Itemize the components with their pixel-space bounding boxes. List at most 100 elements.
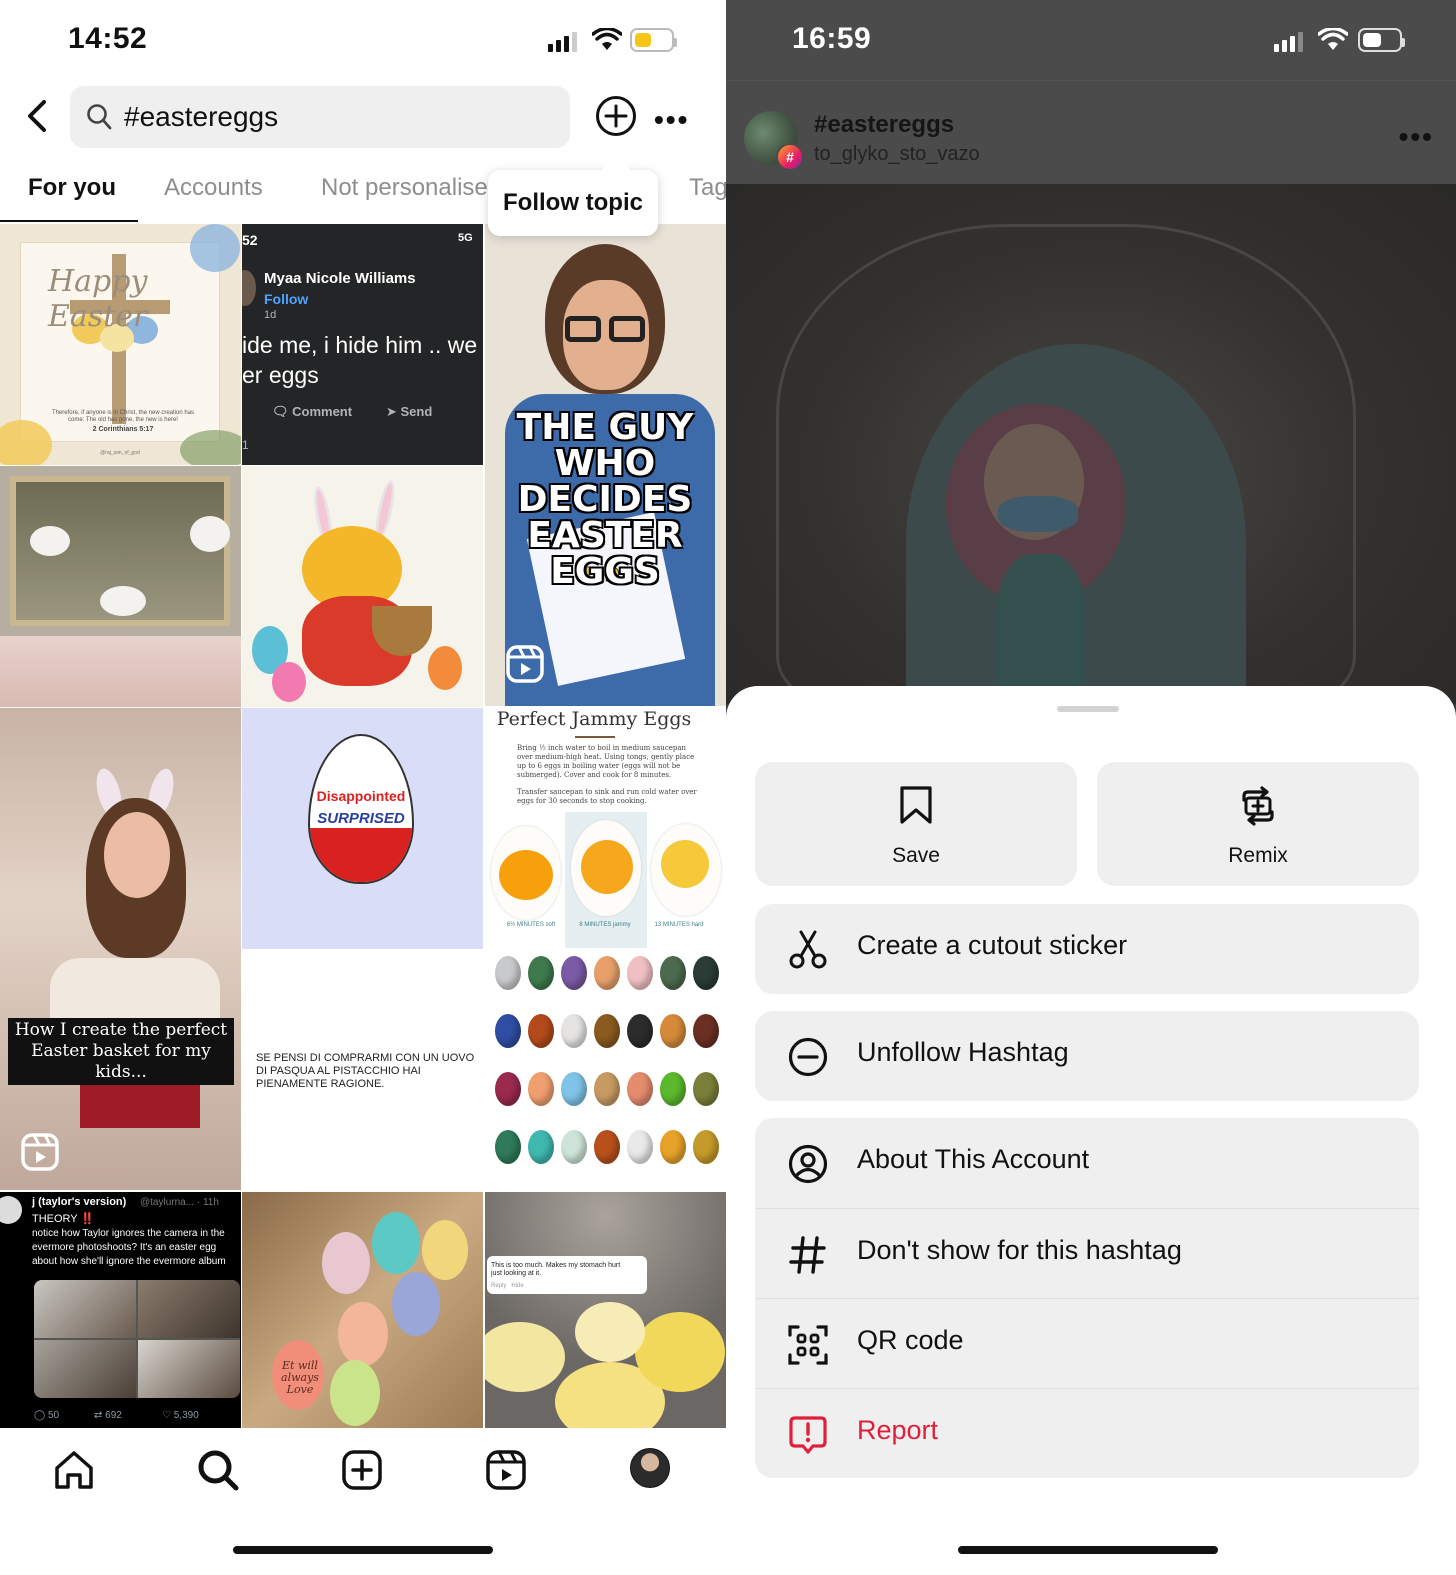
unfollow-label: Unfollow Hashtag (857, 1037, 1069, 1067)
reels-icon[interactable] (484, 1448, 528, 1492)
account-circle-icon (788, 1144, 828, 1184)
tweet-retweets: ⇄ 692 (94, 1410, 122, 1421)
search-icon (87, 104, 112, 130)
post-facebook-screenshot[interactable]: 52 5G Myaa Nicole Williams Follow 1d ide… (242, 224, 483, 465)
post-disappointed-surprised[interactable]: Disappointed SURPRISED (242, 708, 483, 949)
tweet-retweets-count: 692 (105, 1410, 122, 1421)
follow-topic-tooltip[interactable]: Follow topic (488, 170, 658, 236)
gem-egg (627, 1014, 653, 1048)
tab-for-you[interactable]: For you (28, 174, 116, 202)
tooltip-label: Follow topic (503, 189, 643, 216)
tab-not-personalised[interactable]: Not personalised (321, 174, 501, 202)
search-query: #eastereggs (124, 101, 279, 132)
post-pooh-easter[interactable] (242, 466, 483, 707)
more-options-icon[interactable]: ••• (654, 104, 689, 136)
gem-egg (660, 1130, 686, 1164)
follow-topic-plus-icon[interactable] (594, 94, 638, 138)
jammy-label-soft: 6½ MINUTES soft (506, 922, 556, 928)
sheet-grabber[interactable] (1057, 706, 1119, 712)
about-this-account-option[interactable]: About This Account (755, 1118, 1419, 1208)
explore-grid: Happy Easter Therefore, if anyone is in … (0, 224, 726, 1433)
gem-egg (660, 956, 686, 990)
fb-text-line1: ide me, i hide him .. we (242, 332, 478, 358)
report-option[interactable]: Report (755, 1388, 1419, 1478)
post-painted-eggs-carton[interactable]: Et will always Love (242, 1192, 483, 1433)
reel-easter-basket[interactable]: How I create the perfect Easter basket f… (0, 708, 241, 1190)
comment-text: This is too much. Makes my stomach hurt … (491, 1262, 621, 1277)
back-arrow-icon[interactable] (18, 96, 58, 136)
wifi-icon (1318, 28, 1348, 50)
post-hashtag-title[interactable]: #eastereggs (814, 111, 954, 139)
post-bunnies[interactable] (0, 466, 241, 707)
gem-egg (561, 956, 587, 990)
comment-bubble: This is too much. Makes my stomach hurt … (487, 1256, 647, 1294)
dont-show-label: Don't show for this hashtag (857, 1235, 1182, 1265)
post-italian-pistachio[interactable]: SE PENSI DI COMPRARMI CON UN UOVO DI PAS… (242, 950, 483, 1191)
status-time: 16:59 (792, 22, 872, 55)
save-button[interactable]: Save (755, 762, 1077, 886)
tweet-author: j (taylor's version) (32, 1196, 127, 1208)
tweet-body: notice how Taylor ignores the camera in … (32, 1228, 226, 1267)
tweet-images (34, 1280, 240, 1398)
wifi-icon (592, 28, 622, 50)
jammy-label-hard: 13 MINUTES hard (654, 922, 704, 928)
post-options-screen: 16:59 # #eastereggs to_glyko_sto_vazo ••… (726, 0, 1456, 1575)
gem-egg (693, 1014, 719, 1048)
post-account-name[interactable]: to_glyko_sto_vazo (814, 143, 980, 166)
disappointed-text: Disappointed (316, 788, 406, 804)
jammy-title: Perfect Jammy Eggs (496, 708, 692, 730)
more-options-group: About This Account Don't show for this h… (755, 1118, 1419, 1478)
tab-accounts[interactable]: Accounts (164, 174, 263, 202)
report-icon (789, 1416, 827, 1454)
gem-egg (594, 1130, 620, 1164)
options-sheet: Save Remix Create a cutout sticker Unfol… (726, 686, 1456, 1575)
create-post-icon[interactable] (340, 1448, 384, 1492)
gem-egg (693, 1130, 719, 1164)
profile-avatar[interactable] (630, 1448, 670, 1488)
post-perfect-jammy-eggs[interactable]: Perfect Jammy Eggs Bring ½ inch water to… (485, 708, 726, 949)
create-cutout-sticker-option[interactable]: Create a cutout sticker (755, 904, 1419, 994)
qr-code-option[interactable]: QR code (755, 1298, 1419, 1388)
gem-egg (627, 1130, 653, 1164)
post-gemstone-eggs[interactable] (485, 950, 726, 1191)
tweet-replies-count: 50 (47, 1410, 60, 1421)
search-nav-icon[interactable] (196, 1448, 240, 1492)
search-input[interactable]: #eastereggs (70, 86, 570, 148)
home-icon[interactable] (52, 1448, 96, 1492)
post-header: # #eastereggs to_glyko_sto_vazo ••• (726, 80, 1456, 184)
tweet-likes-count: 5,390 (173, 1410, 199, 1421)
tweet-replies: ◯ 50 (34, 1410, 60, 1421)
post-happy-easter[interactable]: Happy Easter Therefore, if anyone is in … (0, 224, 241, 465)
gem-egg (561, 1072, 587, 1106)
fb-count: 1 (242, 438, 249, 452)
hashtag-icon (789, 1236, 826, 1274)
easter-card-handle: @raj_son_of_god (100, 450, 140, 456)
post-taylor-tweet[interactable]: j (taylor's version) @taylurna... · 11h … (0, 1192, 241, 1433)
unfollow-group: Unfollow Hashtag (755, 1011, 1419, 1101)
post-more-icon[interactable]: ••• (1399, 121, 1434, 153)
gem-egg (495, 956, 521, 990)
fb-comment-label: Comment (292, 404, 353, 419)
hashtag-badge: # (776, 143, 804, 171)
guy-caption-line2: WHO DECIDES (517, 443, 693, 520)
easter-card-ref: 2 Corinthians 5:17 (92, 426, 154, 433)
easter-card-script: Happy Easter (48, 264, 148, 334)
cellular-signal-icon (548, 32, 577, 52)
post-deviled-eggs[interactable]: This is too much. Makes my stomach hurt … (485, 1192, 726, 1433)
dont-show-hashtag-option[interactable]: Don't show for this hashtag (755, 1208, 1419, 1298)
tab-tags[interactable]: Tags (689, 174, 726, 202)
active-tab-indicator (0, 220, 138, 222)
gem-egg (594, 1072, 620, 1106)
reel-guy-easter-eggs[interactable]: DID THE GUY WHO DECIDES EASTER EGGS (485, 224, 726, 706)
gem-egg (693, 1072, 719, 1106)
unfollow-hashtag-option[interactable]: Unfollow Hashtag (755, 1011, 1419, 1101)
status-bar: 14:52 (0, 0, 726, 80)
cutout-group: Create a cutout sticker (755, 904, 1419, 994)
reel-icon (506, 645, 544, 683)
about-label: About This Account (857, 1144, 1090, 1174)
gem-egg (594, 956, 620, 990)
remix-button[interactable]: Remix (1097, 762, 1419, 886)
battery-icon (630, 28, 677, 52)
gem-egg (693, 956, 719, 990)
fb-avatar (242, 270, 256, 306)
